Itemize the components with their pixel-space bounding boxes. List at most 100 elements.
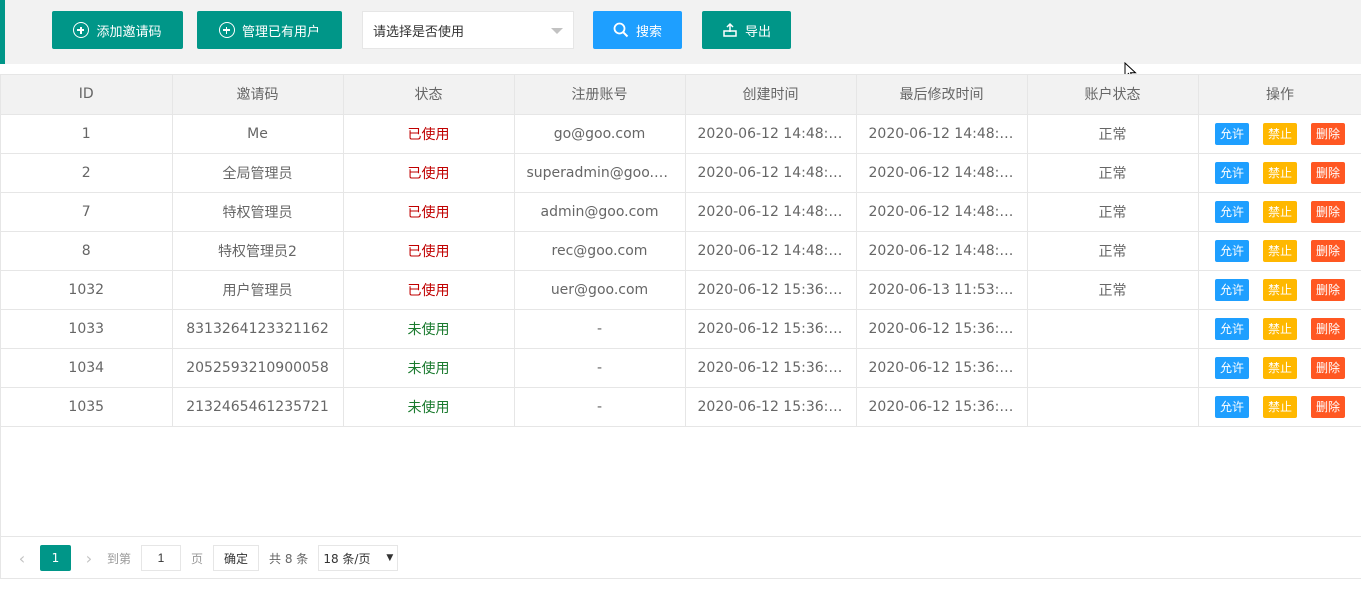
cell-invite-code: 特权管理员 [172, 192, 344, 232]
ban-button[interactable]: 禁止 [1263, 122, 1297, 145]
column-header-status[interactable]: 状态 [343, 75, 515, 115]
table-row: 1035 2132465461235721 未使用 -2020-06-12 15:36… [1, 387, 1361, 427]
allow-button[interactable]: 允许 [1215, 161, 1249, 184]
cell-modified: 2020-06-13 11:53:46 [856, 270, 1028, 310]
ban-button[interactable]: 禁止 [1263, 317, 1297, 340]
page-size-select[interactable]: 18 条/页 ▼ [318, 545, 399, 571]
column-header-actions: 操作 [1198, 75, 1361, 115]
cell-account: - [514, 309, 686, 349]
allow-button[interactable]: 允许 [1215, 278, 1249, 301]
cell-created: 2020-06-12 14:48:29 [685, 153, 857, 193]
column-header-invite-code[interactable]: 邀请码 [172, 75, 344, 115]
cell-actions: 允许 禁止 删除 [1198, 231, 1361, 271]
allow-button[interactable]: 允许 [1215, 239, 1249, 262]
allow-button[interactable]: 允许 [1215, 395, 1249, 418]
cell-created: 2020-06-12 15:36:24 [685, 348, 857, 388]
delete-button[interactable]: 删除 [1311, 356, 1345, 379]
cell-actions: 允许 禁止 删除 [1198, 348, 1361, 388]
cell-status: 已使用 [343, 114, 515, 154]
pagination: ‹ 1 › 到第 页 确定 共 8 条 18 条/页 ▼ [0, 536, 1361, 579]
next-page-icon[interactable]: › [81, 549, 97, 568]
ban-button[interactable]: 禁止 [1263, 200, 1297, 223]
export-button[interactable]: 导出 [702, 11, 791, 49]
ban-button[interactable]: 禁止 [1263, 239, 1297, 262]
invite-code-table: ID 邀请码 状态 注册账号 创建时间 最后修改时间 账户状态 操作 1 Me 已使… [1, 75, 1361, 427]
search-button[interactable]: 搜索 [593, 11, 682, 49]
ban-button[interactable]: 禁止 [1263, 278, 1297, 301]
add-invite-code-button[interactable]: 添加邀请码 [52, 11, 183, 49]
column-header-account[interactable]: 注册账号 [514, 75, 686, 115]
cell-account-status: 正常 [1027, 192, 1199, 232]
goto-page-input[interactable] [141, 545, 182, 571]
cell-invite-code: 全局管理员 [172, 153, 344, 193]
cell-modified: 2020-06-12 15:36:24 [856, 348, 1028, 388]
cell-id: 7 [1, 192, 173, 232]
cell-modified: 2020-06-12 14:48:29 [856, 153, 1028, 193]
cell-created: 2020-06-12 15:36:24 [685, 387, 857, 427]
cell-modified: 2020-06-12 15:36:24 [856, 387, 1028, 427]
cell-actions: 允许 禁止 删除 [1198, 387, 1361, 427]
column-header-id[interactable]: ID [1, 75, 173, 115]
ban-button[interactable]: 禁止 [1263, 395, 1297, 418]
search-icon [613, 22, 629, 38]
allow-button[interactable]: 允许 [1215, 317, 1249, 340]
cell-actions: 允许 禁止 删除 [1198, 153, 1361, 193]
goto-confirm-button[interactable]: 确定 [213, 545, 260, 571]
column-header-account-status[interactable]: 账户状态 [1027, 75, 1199, 115]
cell-account: - [514, 387, 686, 427]
cell-invite-code: Me [172, 114, 344, 154]
cell-modified: 2020-06-12 14:48:29 [856, 114, 1028, 154]
cell-modified: 2020-06-12 14:48:29 [856, 192, 1028, 232]
cell-id: 1032 [1, 270, 173, 310]
column-header-created[interactable]: 创建时间 [685, 75, 857, 115]
allow-button[interactable]: 允许 [1215, 200, 1249, 223]
cell-invite-code: 2052593210900058 [172, 348, 344, 388]
cell-created: 2020-06-12 14:48:29 [685, 192, 857, 232]
delete-button[interactable]: 删除 [1311, 161, 1345, 184]
cell-account-status: 正常 [1027, 270, 1199, 310]
delete-button[interactable]: 删除 [1311, 278, 1345, 301]
toolbar-accent-bar [0, 0, 5, 64]
cell-id: 1 [1, 114, 173, 154]
delete-button[interactable]: 删除 [1311, 395, 1345, 418]
table-row: 7 特权管理员 已使用 admin@goo.com 2020-06-12 14:48:2… [1, 192, 1361, 232]
plus-circle-icon [218, 22, 235, 38]
cell-account-status [1027, 309, 1199, 349]
ban-button[interactable]: 禁止 [1263, 356, 1297, 379]
cell-account: - [514, 348, 686, 388]
cell-id: 1035 [1, 387, 173, 427]
delete-button[interactable]: 删除 [1311, 239, 1345, 262]
delete-button[interactable]: 删除 [1311, 122, 1345, 145]
cell-actions: 允许 禁止 删除 [1198, 309, 1361, 349]
chevron-down-icon: ▼ [386, 553, 394, 563]
ban-button[interactable]: 禁止 [1263, 161, 1297, 184]
cell-actions: 允许 禁止 删除 [1198, 192, 1361, 232]
delete-button[interactable]: 删除 [1311, 317, 1345, 340]
allow-button[interactable]: 允许 [1215, 356, 1249, 379]
cell-invite-code: 特权管理员2 [172, 231, 344, 271]
export-label: 导出 [744, 24, 771, 40]
current-page-button[interactable]: 1 [40, 545, 71, 571]
cell-invite-code: 2132465461235721 [172, 387, 344, 427]
total-count: 共 8 条 [269, 551, 309, 566]
cell-account-status: 正常 [1027, 153, 1199, 193]
usage-filter-select[interactable]: 请选择是否使用 [362, 11, 574, 49]
cell-invite-code: 用户管理员 [172, 270, 344, 310]
invite-code-table-container: ID 邀请码 状态 注册账号 创建时间 最后修改时间 账户状态 操作 1 Me 已使… [0, 74, 1361, 579]
cell-id: 1033 [1, 309, 173, 349]
cell-account: uer@goo.com [514, 270, 686, 310]
cell-account-status [1027, 387, 1199, 427]
cell-status: 已使用 [343, 231, 515, 271]
delete-button[interactable]: 删除 [1311, 200, 1345, 223]
column-header-modified[interactable]: 最后修改时间 [856, 75, 1028, 115]
chevron-down-icon [551, 28, 563, 34]
cell-account: go@goo.com [514, 114, 686, 154]
table-row: 1032 用户管理员 已使用 uer@goo.com 2020-06-12 15:36:… [1, 270, 1361, 310]
page-unit-label: 页 [191, 551, 204, 566]
cell-created: 2020-06-12 14:48:29 [685, 231, 857, 271]
manage-users-button[interactable]: 管理已有用户 [197, 11, 342, 49]
allow-button[interactable]: 允许 [1215, 122, 1249, 145]
cell-account: admin@goo.com [514, 192, 686, 232]
manage-users-label: 管理已有用户 [241, 24, 320, 40]
prev-page-icon[interactable]: ‹ [14, 549, 30, 568]
